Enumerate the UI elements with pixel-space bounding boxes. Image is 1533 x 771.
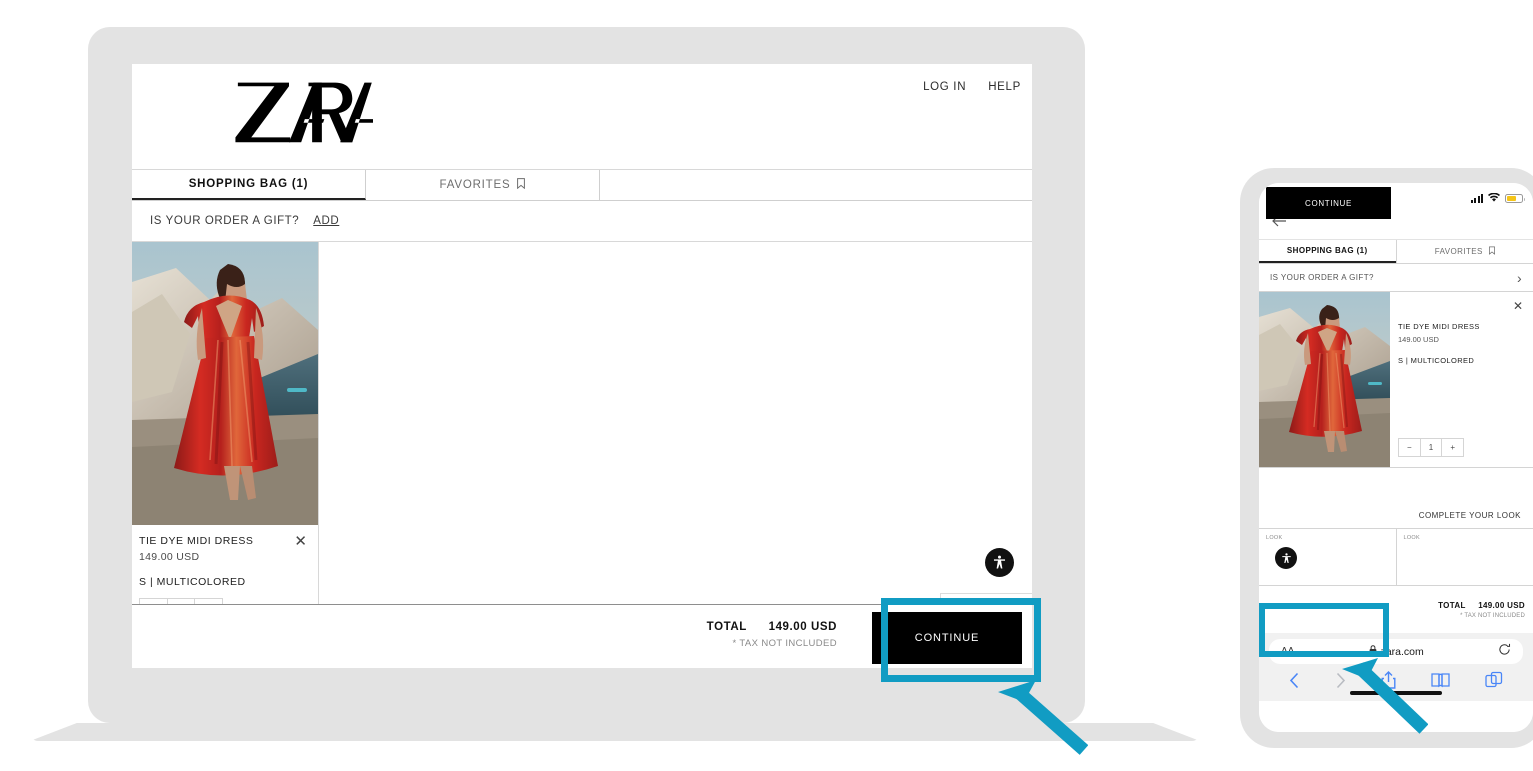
login-link[interactable]: LOG IN (923, 81, 966, 93)
mobile-tax-note: * TAX NOT INCLUDED (1460, 612, 1525, 619)
mobile-totals: TOTAL 149.00 USD * TAX NOT INCLUDED (1438, 601, 1533, 619)
reload-icon[interactable] (1498, 643, 1511, 661)
tab-favorites[interactable]: FAVORITES (366, 170, 600, 200)
desktop-cart-tabs: SHOPPING BAG (1) FAVORITES (132, 169, 1032, 201)
highlight-box-phone-continue (1259, 603, 1389, 657)
tabs-filler (600, 170, 1032, 200)
mobile-gift-question: IS YOUR ORDER A GIFT? (1270, 273, 1374, 282)
accessibility-icon[interactable] (1275, 547, 1297, 569)
cellular-signal-icon (1470, 193, 1483, 203)
desktop-gift-row: IS YOUR ORDER A GIFT? ADD (132, 201, 1032, 242)
accessibility-icon[interactable] (985, 548, 1014, 577)
desktop-header: LOG IN HELP (132, 64, 1032, 169)
mobile-product-price: 149.00 USD (1398, 335, 1439, 344)
chevron-right-icon: › (1516, 269, 1522, 286)
safari-tabs-icon[interactable] (1485, 671, 1503, 694)
status-indicators (1470, 189, 1525, 207)
gift-question: IS YOUR ORDER A GIFT? (150, 215, 300, 227)
phone-continue-button[interactable]: CONTINUE (1266, 187, 1391, 219)
look-suggestions: LOOK LOOK (1259, 529, 1533, 586)
bookmark-icon (1488, 246, 1495, 257)
remove-item-button[interactable]: ✕ (294, 534, 307, 549)
product-image[interactable] (132, 242, 318, 525)
total-label: TOTAL (706, 621, 747, 633)
mobile-product-name[interactable]: TIE DYE MIDI DRESS (1398, 322, 1533, 331)
look-card-1[interactable]: LOOK (1259, 529, 1396, 585)
mobile-gift-row[interactable]: IS YOUR ORDER A GIFT? › (1259, 264, 1533, 292)
pointer-arrow-phone (1342, 658, 1428, 734)
pointer-arrow-desktop (998, 680, 1088, 755)
cart-empty-area (319, 242, 1032, 608)
safari-bookmarks-icon[interactable] (1431, 672, 1450, 693)
product-variant: S | MULTICOLORED (139, 576, 246, 588)
mobile-tab-favorites-label: FAVORITES (1434, 247, 1483, 256)
mobile-tab-favorites[interactable]: FAVORITES (1395, 240, 1533, 263)
desktop-header-links: LOG IN HELP (923, 81, 1021, 93)
safari-back-icon[interactable] (1289, 672, 1300, 694)
mobile-tab-shopping-bag[interactable]: SHOPPING BAG (1) (1259, 240, 1396, 263)
zara-cart-page-desktop: LOG IN HELP SHOPPING BAG (1) FAVORITES I… (132, 64, 1032, 668)
highlight-box-desktop-continue (881, 598, 1041, 682)
mobile-cart-tabs: SHOPPING BAG (1) FAVORITES (1259, 240, 1533, 264)
look-card-2-label: LOOK (1403, 535, 1420, 541)
mobile-quantity-increase-button[interactable]: + (1441, 439, 1463, 456)
mobile-quantity-value: 1 (1419, 439, 1442, 456)
zara-logo[interactable] (233, 74, 373, 146)
desktop-cart-body: ✕ TIE DYE MIDI DRESS 149.00 USD S | MULT… (132, 242, 1032, 622)
help-link[interactable]: HELP (988, 81, 1021, 93)
battery-icon (1505, 193, 1525, 203)
mobile-quantity-stepper[interactable]: − 1 + (1398, 438, 1464, 457)
mobile-product-variant: S | MULTICOLORED (1398, 356, 1475, 365)
mobile-quantity-decrease-button[interactable]: − (1399, 439, 1420, 456)
wifi-icon (1488, 189, 1500, 207)
tab-shopping-bag[interactable]: SHOPPING BAG (1) (132, 170, 366, 200)
laptop-screen: LOG IN HELP SHOPPING BAG (1) FAVORITES I… (132, 64, 1032, 668)
gift-add-link[interactable]: ADD (313, 215, 339, 227)
mobile-total-label: TOTAL (1438, 600, 1466, 610)
look-card-1-label: LOOK (1266, 535, 1283, 541)
complete-your-look-heading: COMPLETE YOUR LOOK (1259, 468, 1533, 529)
mobile-remove-item-button[interactable]: ✕ (1513, 300, 1523, 312)
desktop-totals: TOTAL 149.00 USD * TAX NOT INCLUDED (707, 621, 837, 649)
mobile-product-image[interactable] (1259, 292, 1390, 467)
tab-favorites-label: FAVORITES (439, 179, 511, 191)
screenshot-stage: LOG IN HELP SHOPPING BAG (1) FAVORITES I… (0, 0, 1533, 771)
mobile-item-info: ✕ TIE DYE MIDI DRESS 149.00 USD S | MULT… (1390, 292, 1533, 467)
total-value: 149.00 USD (768, 621, 837, 633)
tax-note: * TAX NOT INCLUDED (732, 638, 837, 649)
tab-shopping-bag-label: SHOPPING BAG (1) (188, 178, 309, 190)
product-name[interactable]: TIE DYE MIDI DRESS (139, 535, 306, 547)
cart-item: ✕ TIE DYE MIDI DRESS 149.00 USD S | MULT… (132, 242, 319, 622)
product-price: 149.00 USD (139, 551, 200, 563)
look-card-2[interactable]: LOOK (1395, 529, 1533, 585)
mobile-total-value: 149.00 USD (1478, 600, 1525, 610)
bookmark-icon (517, 178, 526, 192)
mobile-tab-shopping-bag-label: SHOPPING BAG (1) (1286, 246, 1368, 255)
mobile-cart-item: ✕ TIE DYE MIDI DRESS 149.00 USD S | MULT… (1259, 292, 1533, 468)
